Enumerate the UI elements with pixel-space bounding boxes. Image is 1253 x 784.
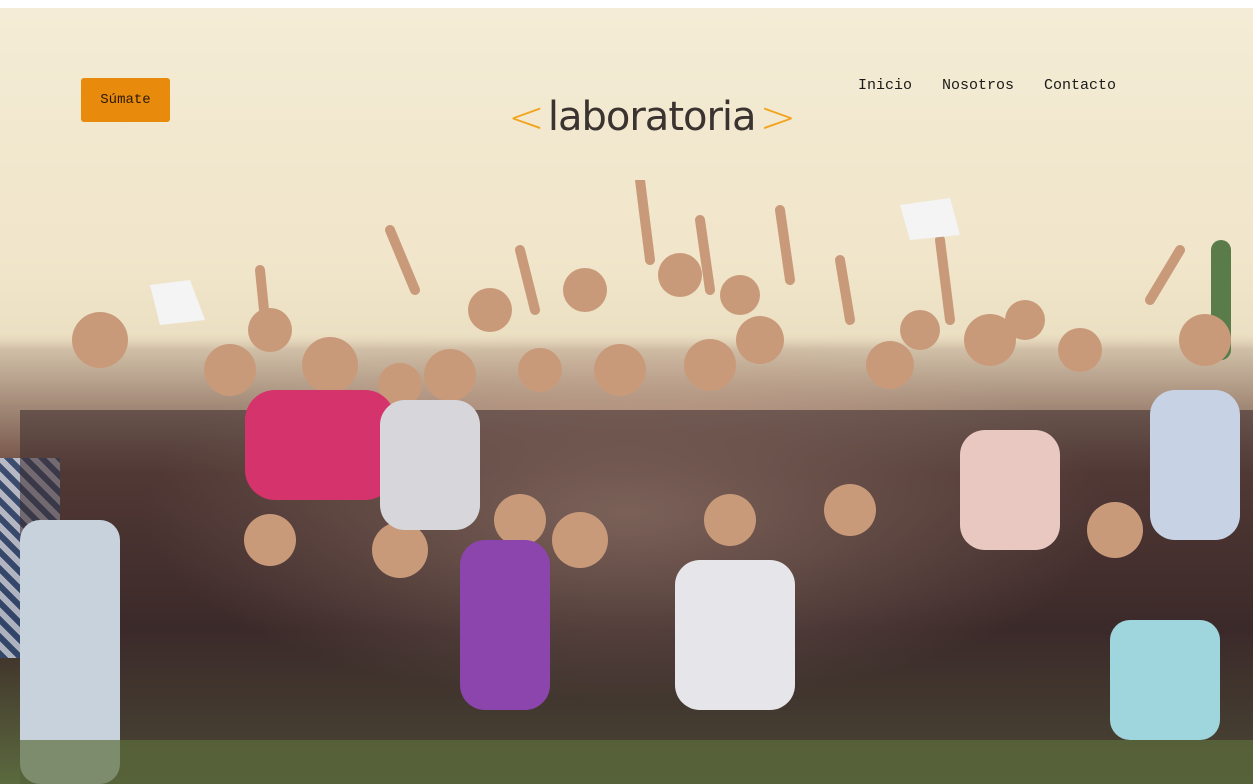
main-nav: Inicio Nosotros Contacto: [858, 77, 1116, 94]
hero-crowd: [20, 175, 1253, 784]
crowd-illustration: [20, 175, 1253, 784]
logo-right-bracket: >: [759, 91, 797, 143]
logo[interactable]: < laboratoria >: [508, 91, 797, 143]
nav-link-contacto[interactable]: Contacto: [1044, 77, 1116, 94]
logo-word: laboratoria: [547, 94, 757, 140]
join-button[interactable]: Súmate: [81, 78, 170, 122]
nav-link-nosotros[interactable]: Nosotros: [942, 77, 1014, 94]
page: Súmate < laboratoria > Inicio Nosotros C…: [0, 0, 1253, 784]
nav-link-inicio[interactable]: Inicio: [858, 77, 912, 94]
logo-left-bracket: <: [508, 91, 545, 143]
